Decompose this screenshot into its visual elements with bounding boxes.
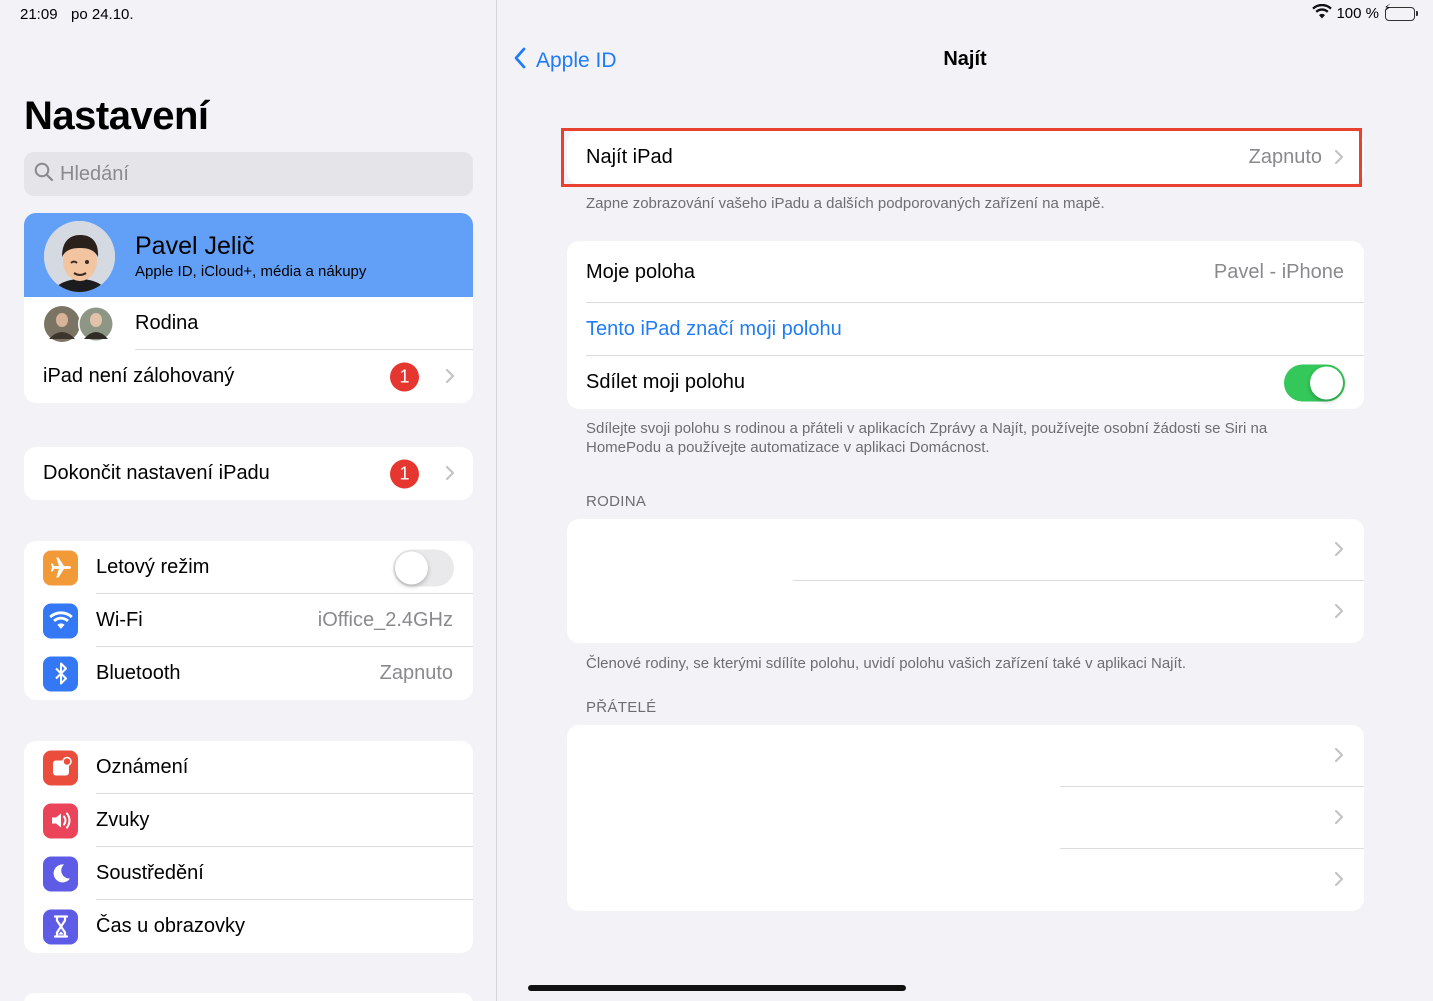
location-group: Moje poloha Pavel - iPhone Tento iPad zn… (567, 241, 1364, 409)
search-input[interactable] (60, 162, 440, 186)
airplane-mode-row[interactable]: Letový režim (24, 541, 473, 594)
find-ipad-label: Najít iPad (586, 146, 673, 168)
chevron-left-icon (512, 46, 528, 76)
home-indicator (528, 985, 906, 991)
wifi-icon (43, 603, 78, 638)
status-indicators: 100 % ⚡ (1312, 3, 1418, 23)
airplane-icon (43, 550, 78, 585)
my-location-label: Moje poloha (586, 260, 695, 283)
back-button[interactable]: Apple ID (512, 46, 617, 76)
search-icon (34, 162, 54, 187)
profile-row[interactable]: Pavel Jelič Apple ID, iCloud+, média a n… (24, 213, 473, 297)
bluetooth-row[interactable]: Bluetooth Zapnuto (24, 647, 473, 700)
settings-sidebar: Nastavení Pavel Jelič Apple ID, iCloud (0, 0, 497, 1001)
family-row[interactable]: Rodina (24, 297, 473, 350)
family-note: Členové rodiny, se kterými sdílíte poloh… (586, 655, 1187, 672)
find-ipad-group: Najít iPad Zapnuto (567, 131, 1364, 184)
chevron-right-icon (1334, 599, 1344, 625)
finish-setup-label: Dokončit nastavení iPadu (43, 462, 270, 484)
friend-row[interactable] (567, 725, 1364, 787)
wifi-status-icon (1312, 3, 1333, 23)
page-title: Najít (943, 48, 987, 70)
bluetooth-value: Zapnuto (379, 662, 453, 684)
use-this-ipad-row[interactable]: Tento iPad značí moji polohu (567, 303, 1364, 356)
share-location-row: Sdílet moji polohu (567, 356, 1364, 409)
share-location-toggle[interactable] (1284, 364, 1345, 401)
speaker-icon (43, 803, 78, 838)
chevron-right-icon (1334, 537, 1344, 563)
family-member-row[interactable] (567, 519, 1364, 581)
friends-section-header: PŘÁTELÉ (586, 699, 657, 716)
moon-icon (43, 856, 78, 891)
sounds-label: Zvuky (96, 809, 150, 831)
friend-row[interactable] (567, 849, 1364, 911)
friend-row[interactable] (567, 787, 1364, 849)
avatar (44, 221, 115, 292)
sounds-row[interactable]: Zvuky (24, 794, 473, 847)
family-label: Rodina (135, 312, 199, 334)
finish-setup-row[interactable]: Dokončit nastavení iPadu 1 (24, 447, 473, 500)
profile-subtitle: Apple ID, iCloud+, média a nákupy (135, 263, 367, 280)
my-location-row: Moje poloha Pavel - iPhone (567, 241, 1364, 303)
find-ipad-note: Zapne zobrazování vašeho iPadu a dalších… (586, 195, 1105, 212)
wifi-row[interactable]: Wi-Fi iOffice_2.4GHz (24, 594, 473, 647)
chevron-right-icon (1334, 867, 1344, 893)
setup-badge: 1 (390, 459, 419, 488)
family-members-group (567, 519, 1364, 643)
screen-time-label: Čas u obrazovky (96, 915, 245, 937)
find-ipad-row[interactable]: Najít iPad Zapnuto (567, 131, 1364, 184)
profile-name: Pavel Jelič (135, 232, 255, 260)
connectivity-group: Letový režim Wi-Fi iOffice_2.4GHz Blueto… (24, 541, 473, 700)
backup-badge: 1 (390, 362, 419, 391)
focus-label: Soustředění (96, 862, 204, 884)
family-section-header: RODINA (586, 493, 647, 510)
chevron-right-icon (445, 364, 455, 390)
share-location-note: Sdílejte svoji polohu s rodinou a přátel… (586, 420, 1268, 456)
bell-icon (43, 750, 78, 785)
use-this-ipad-link[interactable]: Tento iPad značí moji polohu (586, 318, 842, 341)
backup-label: iPad není zálohovaný (43, 365, 235, 387)
family-avatars (43, 305, 117, 349)
battery-percentage: 100 % (1336, 5, 1379, 22)
bluetooth-icon (43, 656, 78, 691)
family-member-row[interactable] (567, 581, 1364, 643)
chevron-right-icon (445, 461, 455, 487)
airplane-mode-label: Letový režim (96, 556, 210, 578)
notifications-label: Oznámení (96, 756, 189, 778)
search-bar[interactable] (24, 152, 473, 196)
setup-group: Dokončit nastavení iPadu 1 (24, 447, 473, 500)
wifi-value: iOffice_2.4GHz (317, 609, 453, 631)
backup-row[interactable]: iPad není zálohovaný 1 (24, 350, 473, 403)
focus-row[interactable]: Soustředění (24, 847, 473, 900)
screen-time-row[interactable]: Čas u obrazovky (24, 900, 473, 953)
friends-group (567, 725, 1364, 911)
wifi-label: Wi-Fi (96, 609, 143, 631)
share-location-label: Sdílet moji polohu (586, 371, 745, 393)
my-location-value: Pavel - iPhone (1213, 260, 1344, 283)
chevron-right-icon (1334, 805, 1344, 831)
next-group (24, 993, 473, 1001)
account-group: Pavel Jelič Apple ID, iCloud+, média a n… (24, 213, 473, 403)
find-ipad-value: Zapnuto (1248, 146, 1322, 168)
chevron-right-icon (1334, 145, 1344, 171)
notifications-group: Oznámení Zvuky Soustředění Čas u obrazov… (24, 741, 473, 953)
back-label: Apple ID (536, 49, 617, 72)
airplane-mode-toggle[interactable] (393, 549, 454, 586)
notifications-row[interactable]: Oznámení (24, 741, 473, 794)
sidebar-title: Nastavení (24, 94, 209, 138)
chevron-right-icon (1334, 743, 1344, 769)
hourglass-icon (43, 909, 78, 944)
battery-icon: ⚡ (1384, 4, 1418, 21)
bluetooth-label: Bluetooth (96, 662, 181, 684)
